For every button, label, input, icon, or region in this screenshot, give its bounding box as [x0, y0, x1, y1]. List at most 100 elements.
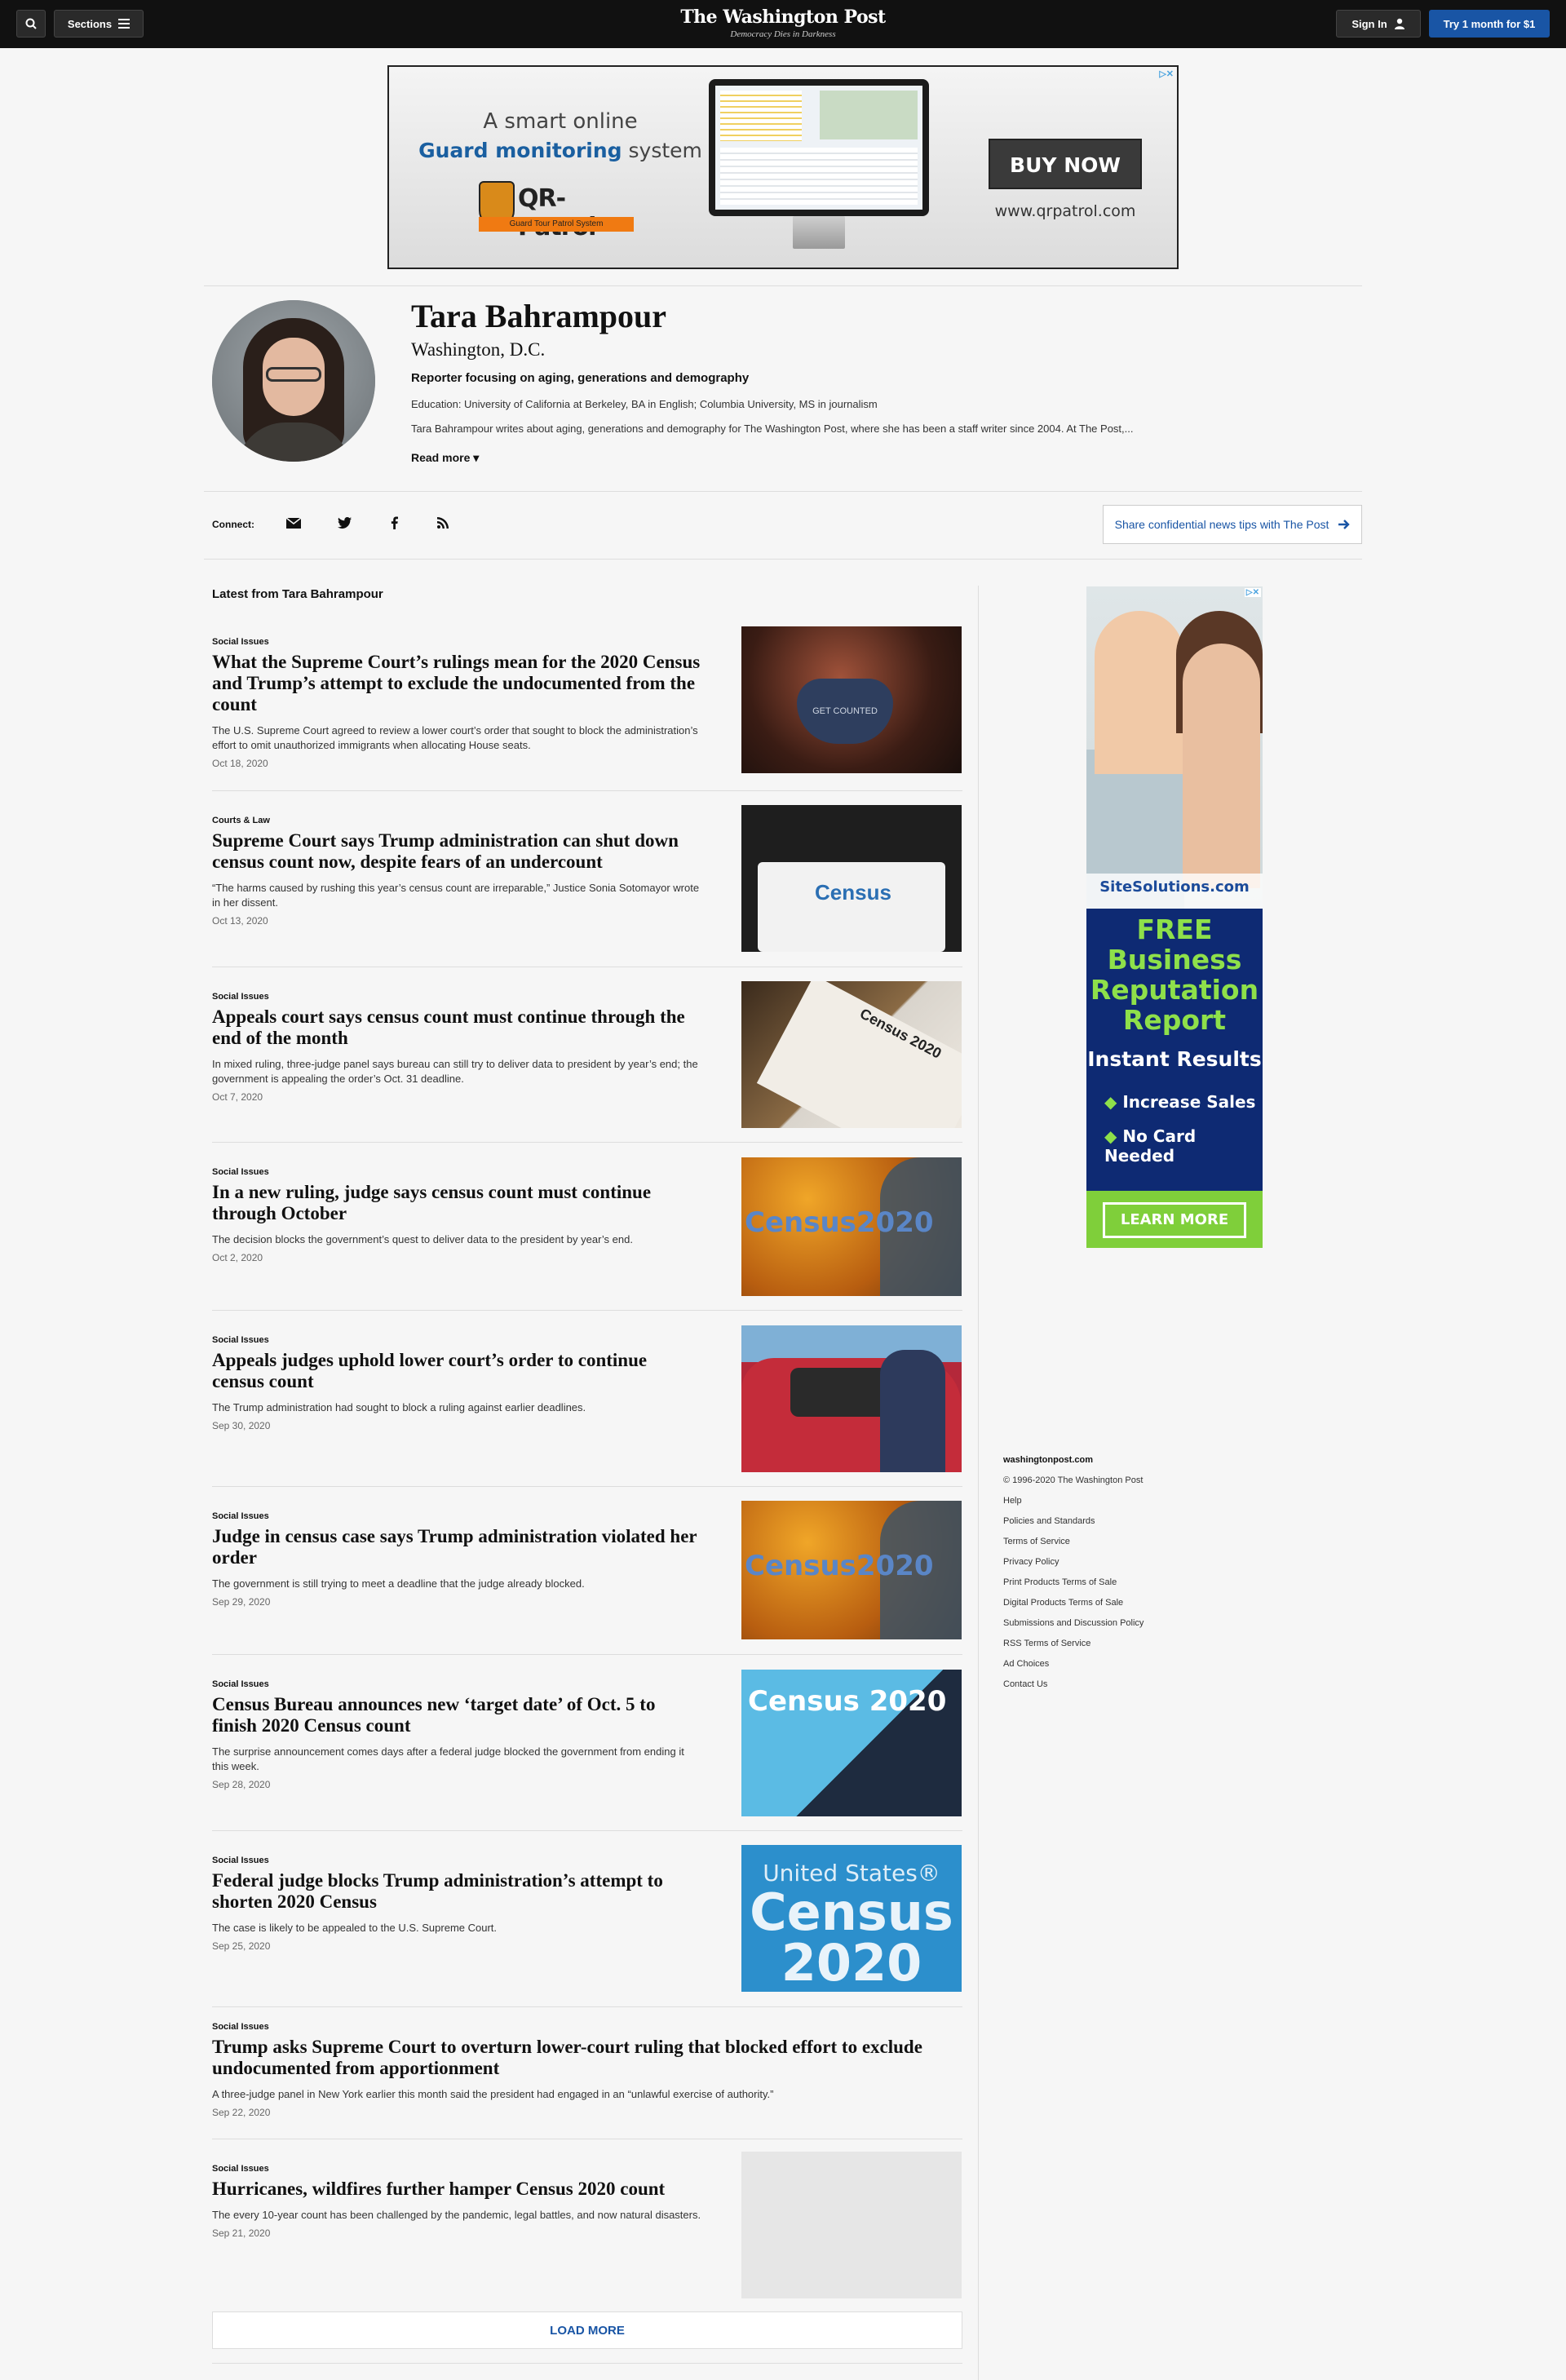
footer-link-rss-terms[interactable]: RSS Terms of Service	[1003, 1638, 1144, 1658]
article-kicker[interactable]: Social Issues	[212, 1511, 701, 1521]
footer-link-digital-terms[interactable]: Digital Products Terms of Sale	[1003, 1597, 1144, 1617]
monitor-image	[709, 79, 929, 216]
screen-panel	[720, 91, 802, 141]
buy-now-button[interactable]: BUY NOW	[989, 139, 1142, 189]
ad-cta-area: LEARN MORE	[1086, 1191, 1263, 1248]
sections-menu-button[interactable]: Sections	[54, 10, 144, 38]
sidebar-ad[interactable]: SiteSolutions.com FREE Business Reputati…	[1086, 586, 1263, 1248]
ad-instant-results: Instant Results	[1087, 1047, 1262, 1071]
article-kicker[interactable]: Social Issues	[212, 2022, 946, 2032]
article-thumbnail[interactable]: United States® Census 2020	[741, 1845, 962, 1992]
thumbnail-person	[880, 1350, 945, 1472]
sign-in-button[interactable]: Sign In	[1336, 10, 1421, 38]
article-blurb: In mixed ruling, three-judge panel says …	[212, 1058, 698, 1085]
site-logo[interactable]: The Washington Post Democracy Dies in Da…	[620, 7, 946, 39]
article-item[interactable]: Social Issues Hurricanes, wildfires furt…	[212, 2152, 962, 2298]
article-headline[interactable]: In a new ruling, judge says census count…	[212, 1182, 701, 1224]
article-headline[interactable]: Judge in census case says Trump administ…	[212, 1526, 701, 1568]
monitor-stand	[793, 216, 845, 249]
thumbnail-bag	[758, 862, 945, 952]
thumbnail-text-line3: 2020	[781, 1933, 922, 1992]
article-headline[interactable]: Hurricanes, wildfires further hamper Cen…	[212, 2179, 701, 2200]
article-item[interactable]: Social Issues Appeals court says census …	[212, 981, 962, 1128]
article-thumbnail[interactable]: GET COUNTED	[741, 626, 962, 773]
divider	[212, 1654, 962, 1655]
article-headline[interactable]: Supreme Court says Trump administration …	[212, 830, 701, 873]
article-blurb: “The harms caused by rushing this year’s…	[212, 882, 700, 909]
sign-in-label: Sign In	[1351, 17, 1387, 30]
article-item[interactable]: Social Issues Trump asks Supreme Court t…	[212, 2022, 962, 2118]
article-headline[interactable]: Trump asks Supreme Court to overturn low…	[212, 2037, 946, 2079]
footer-link-help[interactable]: Help	[1003, 1495, 1144, 1515]
article-thumbnail[interactable]: Census2020	[741, 1157, 962, 1296]
search-icon	[25, 18, 37, 29]
thumbnail-text: Census 2020	[748, 1685, 947, 1718]
article-headline[interactable]: Federal judge blocks Trump administratio…	[212, 1870, 701, 1913]
article-thumbnail[interactable]: Census	[741, 805, 962, 952]
footer-link-policies[interactable]: Policies and Standards	[1003, 1515, 1144, 1536]
article-kicker[interactable]: Social Issues	[212, 637, 701, 647]
ad-choices-icon[interactable]: ▷✕	[1244, 588, 1261, 597]
footer-link-terms[interactable]: Terms of Service	[1003, 1536, 1144, 1556]
subscribe-button[interactable]: Try 1 month for $1	[1429, 10, 1550, 38]
ad-headline-line1: FREE	[1136, 914, 1213, 945]
article-item[interactable]: Social Issues Appeals judges uphold lowe…	[212, 1325, 962, 1472]
article-thumbnail[interactable]: Census 2020	[741, 981, 962, 1128]
article-blurb: The surprise announcement comes days aft…	[212, 1745, 684, 1772]
article-kicker[interactable]: Social Issues	[212, 992, 701, 1002]
article-kicker[interactable]: Social Issues	[212, 2164, 701, 2174]
article-thumbnail-placeholder[interactable]	[741, 2152, 962, 2298]
divider	[212, 1830, 962, 1831]
article-thumbnail[interactable]: Census2020	[741, 1501, 962, 1639]
article-date: Oct 7, 2020	[212, 1091, 263, 1103]
ad-bullet: Increase Sales	[1104, 1092, 1255, 1112]
ad-brand-sub: Guard Tour Patrol System	[479, 217, 634, 232]
article-thumbnail[interactable]: Census 2020	[741, 1670, 962, 1816]
ad-choices-icon[interactable]: ▷✕	[1159, 69, 1174, 79]
read-more-link[interactable]: Read more ▾	[411, 451, 479, 465]
article-thumbnail[interactable]	[741, 1325, 962, 1472]
thumbnail-text: Census2020	[745, 1206, 934, 1239]
article-kicker[interactable]: Social Issues	[212, 1167, 701, 1177]
article-headline[interactable]: Appeals court says census count must con…	[212, 1006, 701, 1049]
article-item[interactable]: Social Issues Census Bureau announces ne…	[212, 1670, 962, 1816]
footer-link-ad-choices[interactable]: Ad Choices	[1003, 1658, 1144, 1679]
article-headline[interactable]: Census Bureau announces new ‘target date…	[212, 1694, 701, 1736]
article-headline[interactable]: Appeals judges uphold lower court’s orde…	[212, 1350, 701, 1392]
facebook-icon[interactable]	[385, 514, 403, 532]
footer-link-contact[interactable]: Contact Us	[1003, 1679, 1144, 1699]
article-item[interactable]: Social Issues In a new ruling, judge say…	[212, 1157, 962, 1296]
article-item[interactable]: Social Issues Judge in census case says …	[212, 1501, 962, 1639]
article-item[interactable]: Social Issues What the Supreme Court’s r…	[212, 626, 962, 773]
load-more-button[interactable]: LOAD MORE	[212, 2311, 962, 2349]
search-button[interactable]	[16, 10, 46, 38]
ad-headline-line2: Business	[1107, 944, 1242, 975]
rss-icon[interactable]	[434, 514, 452, 532]
caret-down-icon: ▾	[473, 451, 480, 464]
ad-headline: FREE Business Reputation Report	[1086, 914, 1263, 1035]
footer-link-submissions[interactable]: Submissions and Discussion Policy	[1003, 1617, 1144, 1638]
news-tips-button[interactable]: Share confidential news tips with The Po…	[1103, 505, 1362, 544]
monitor-screen	[715, 86, 922, 210]
article-kicker[interactable]: Social Issues	[212, 1679, 701, 1689]
author-name: Tara Bahrampour	[411, 298, 667, 334]
article-item[interactable]: Social Issues Federal judge blocks Trump…	[212, 1845, 962, 1992]
top-banner-ad[interactable]: ▷✕ A smart online Guard monitoring syste…	[387, 65, 1179, 269]
email-icon[interactable]	[285, 514, 303, 532]
latest-section-title: Latest from Tara Bahrampour	[212, 587, 383, 601]
footer-link-privacy[interactable]: Privacy Policy	[1003, 1556, 1144, 1577]
article-kicker[interactable]: Social Issues	[212, 1856, 701, 1865]
article-date: Sep 29, 2020	[212, 1596, 271, 1608]
thumbnail-text-line2: Census	[750, 1882, 953, 1942]
ad-subheadline-rest: system	[622, 139, 702, 162]
footer-link-print-terms[interactable]: Print Products Terms of Sale	[1003, 1577, 1144, 1597]
footer-brand[interactable]: washingtonpost.com	[1003, 1454, 1144, 1475]
ad-bullet: No Card Needed	[1104, 1126, 1263, 1166]
learn-more-button[interactable]: LEARN MORE	[1103, 1202, 1246, 1238]
article-kicker[interactable]: Courts & Law	[212, 816, 701, 825]
article-item[interactable]: Courts & Law Supreme Court says Trump ad…	[212, 805, 962, 952]
article-kicker[interactable]: Social Issues	[212, 1335, 701, 1345]
ad-photo-woman	[1183, 644, 1260, 888]
twitter-icon[interactable]	[335, 514, 353, 532]
article-headline[interactable]: What the Supreme Court’s rulings mean fo…	[212, 652, 701, 715]
